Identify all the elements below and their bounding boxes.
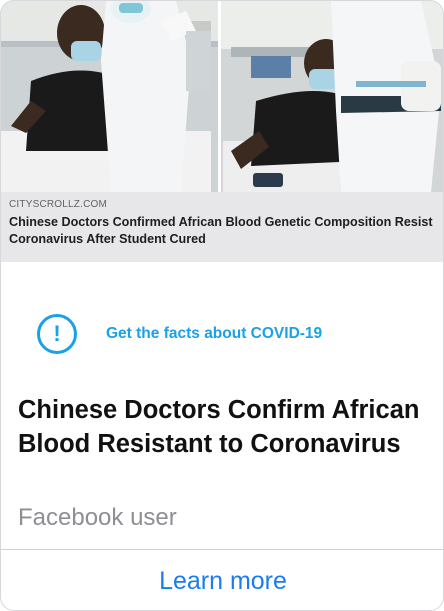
preview-title: Chinese Doctors Confirmed African Blood … bbox=[9, 215, 433, 246]
covid-facts-link[interactable]: Get the facts about COVID-19 bbox=[106, 325, 322, 343]
preview-domain: CITYSCROLLZ.COM bbox=[9, 199, 108, 210]
link-preview[interactable]: CITYSCROLLZ.COM Chinese Doctors Confirme… bbox=[1, 1, 443, 262]
post-author: Facebook user bbox=[18, 504, 177, 531]
exclamation-icon: ! bbox=[37, 314, 77, 354]
preview-text-area[interactable]: CITYSCROLLZ.COM Chinese Doctors Confirme… bbox=[1, 192, 443, 262]
covid-facts-banner[interactable]: ! Get the facts about COVID-19 bbox=[37, 312, 322, 356]
preview-image[interactable] bbox=[1, 1, 443, 192]
learn-more-button[interactable]: Learn more bbox=[1, 550, 443, 610]
hospital-photo-illustration bbox=[1, 1, 443, 192]
link-share-card: CITYSCROLLZ.COM Chinese Doctors Confirme… bbox=[0, 0, 444, 611]
post-headline: Chinese Doctors Confirm African Blood Re… bbox=[18, 396, 420, 458]
